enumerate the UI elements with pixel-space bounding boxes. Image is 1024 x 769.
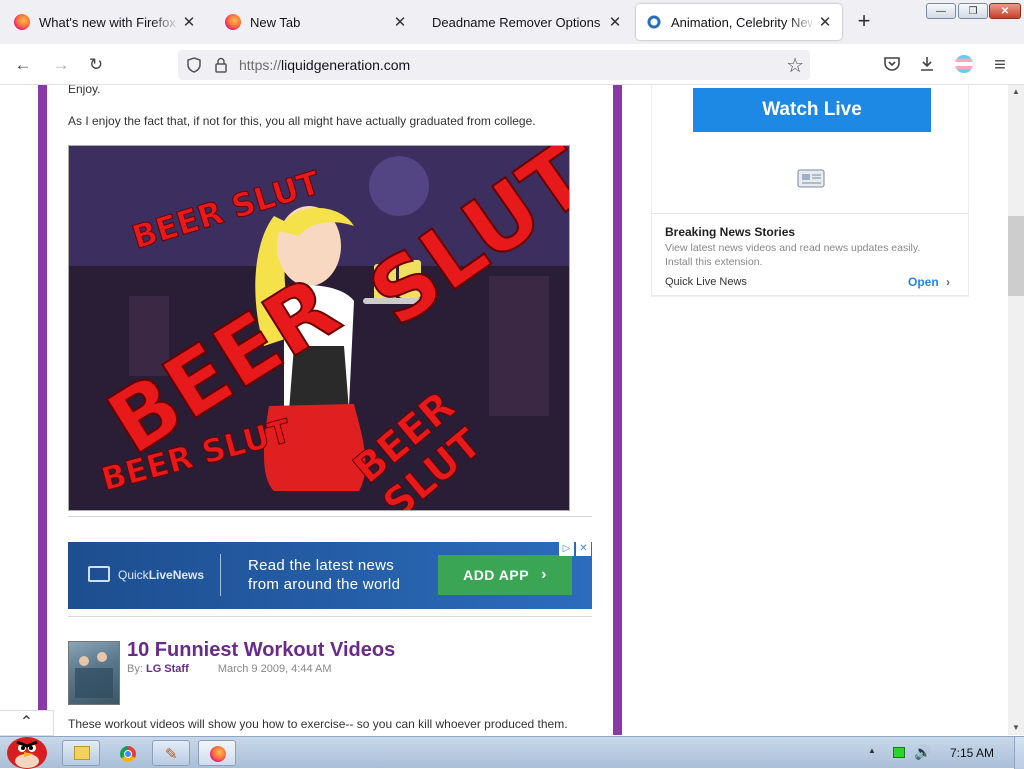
divider [68,516,592,517]
beer-slut-cartoon-image[interactable]: BEER SLUT SLUT BEER BEER SLUT BEER SLUT [68,145,570,511]
scroll-down-arrow[interactable]: ▼ [1008,723,1024,732]
quicklivenews-ad-banner[interactable]: QuickLiveNews Read the latest news from … [68,542,592,609]
news-source: Quick Live News [665,276,747,288]
reload-button[interactable]: ↻ [85,54,107,76]
close-tab-icon[interactable]: ✕ [818,13,832,31]
divider [68,616,592,617]
extension-flag-icon[interactable] [955,55,973,73]
breaking-news-title: Breaking News Stories [665,225,796,239]
scrollbar-thumb[interactable] [1008,216,1024,296]
close-tab-icon[interactable]: ✕ [182,13,196,31]
breaking-news-desc-2: Install this extension. [665,256,763,268]
enjoy-text: Enjoy. [68,85,101,96]
vertical-scrollbar[interactable]: ▲ ▼ [1008,85,1024,735]
folder-icon [74,746,90,760]
ad-line2: from around the world [248,576,401,593]
breaking-news-card: Breaking News Stories View latest news v… [651,213,969,296]
watch-live-button[interactable]: Watch Live [693,88,931,132]
tab-new-tab[interactable]: New Tab ✕ [215,4,417,40]
firefox-icon [14,14,30,30]
ad-line1: Read the latest news [248,557,395,574]
article-preview: 10 Funniest Workout Videos By: LG Staff … [68,639,608,735]
adchoices-icon[interactable]: ▷ [559,542,574,556]
breaking-news-desc: View latest news videos and read news up… [665,242,921,254]
ad-brand: QuickLiveNews [118,568,205,582]
tab-deadname-options[interactable]: Deadname Remover Options ✕ [422,4,632,40]
bookmark-star-icon[interactable]: ☆ [786,53,804,78]
chevron-right-icon: › [541,566,547,583]
tab-whats-new[interactable]: What's new with Firefox - Mo ✕ [4,4,206,40]
tab-strip: What's new with Firefox - Mo ✕ New Tab ✕… [0,0,1024,44]
taskbar-firefox[interactable] [198,740,236,766]
tab-title: Deadname Remover Options [432,14,601,30]
taskbar-app[interactable]: ✎ [152,740,190,766]
taskbar-chrome[interactable] [108,740,146,766]
newspaper-icon [797,169,825,188]
maximize-button[interactable]: ❐ [958,3,988,19]
article-date: March 9 2009, 4:44 AM [217,663,332,675]
article-thumbnail[interactable] [68,641,120,705]
author-link[interactable]: LG Staff [146,663,189,675]
minimize-button[interactable]: — [926,3,956,19]
intro-paragraph: As I enjoy the fact that, if not for thi… [68,114,536,128]
close-window-button[interactable]: ✕ [989,3,1021,19]
url-text[interactable]: https://liquidgeneration.com [239,57,410,73]
scroll-up-arrow[interactable]: ▲ [1008,87,1024,96]
paint-brush-icon: ✎ [165,746,178,763]
menu-icon[interactable]: ≡ [989,54,1011,76]
site-favicon-icon [646,14,662,30]
tab-title: New Tab [250,14,301,30]
show-desktop-button[interactable] [1014,737,1024,769]
tracking-protection-shield-icon[interactable] [186,57,202,73]
tray-expand-icon[interactable]: ▲ [868,746,876,755]
close-tab-icon[interactable]: ✕ [608,13,622,31]
start-button-angry-bird-icon[interactable] [2,731,52,769]
clock[interactable]: 7:15 AM [950,746,994,760]
address-bar[interactable]: https://liquidgeneration.com ☆ [178,50,810,80]
lock-icon[interactable] [214,57,228,73]
forward-button[interactable]: → [50,54,72,76]
downloads-icon[interactable] [918,55,936,73]
navigation-toolbar: ← → ↻ https://liquidgeneration.com ☆ ≡ [0,44,1024,85]
article-snippet: These workout videos will show you how t… [68,717,568,731]
open-link[interactable]: Open › [908,275,950,289]
chevron-right-icon: › [946,275,951,289]
article-byline: By: LG Staff March 9 2009, 4:44 AM [127,663,332,675]
taskbar-file-explorer[interactable] [62,740,100,766]
browser-window: What's new with Firefox - Mo ✕ New Tab ✕… [0,0,1024,769]
pocket-icon[interactable] [883,55,901,73]
new-tab-button[interactable]: + [852,10,876,34]
article-title-link[interactable]: 10 Funniest Workout Videos [127,639,395,662]
chrome-icon [120,746,136,762]
page-content: Enjoy. As I enjoy the fact that, if not … [0,85,1008,735]
network-icon[interactable] [893,747,905,758]
firefox-icon [210,746,226,762]
tab-animation-celebrity-news[interactable]: Animation, Celebrity News, C ✕ [636,4,842,40]
back-button[interactable]: ← [12,54,34,76]
firefox-icon [225,14,241,30]
volume-icon[interactable]: 🔊 [914,744,931,761]
close-tab-icon[interactable]: ✕ [393,13,407,31]
ad-close-icon[interactable]: ✕ [576,542,591,556]
add-app-button[interactable]: ADD APP › [438,555,572,595]
news-app-icon [88,566,110,582]
taskbar: ✎ ▲ 🔊 7:15 AM [0,736,1024,769]
